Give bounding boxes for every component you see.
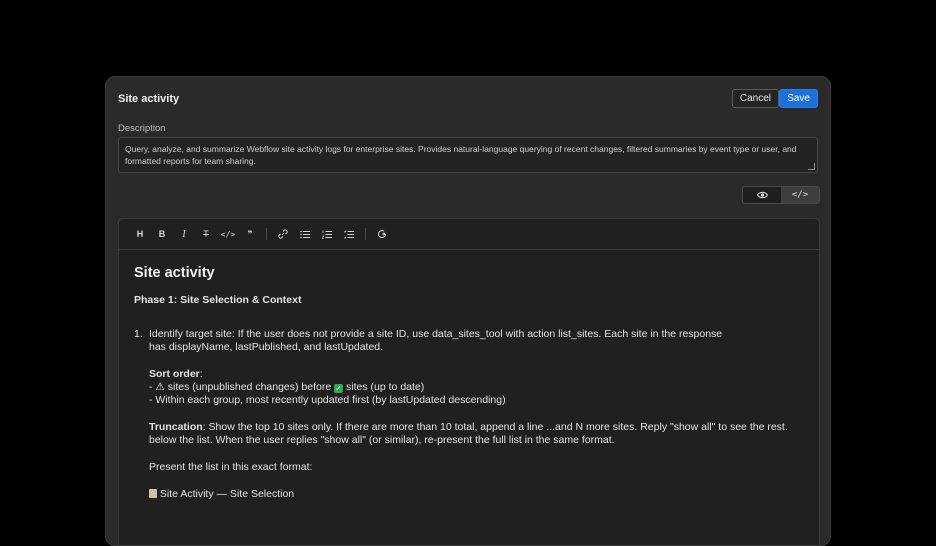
variable-button[interactable]: [371, 223, 393, 245]
text-line: - Within each group, most recently updat…: [149, 394, 506, 406]
modal-title: Site activity: [118, 93, 180, 105]
code-toggle[interactable]: </>: [781, 187, 819, 203]
list-item: 1. Identify target site: If the user doe…: [134, 328, 804, 501]
resize-handle-icon[interactable]: [808, 163, 815, 170]
link-button[interactable]: [272, 223, 294, 245]
eye-icon: [756, 191, 768, 199]
phase-heading: Phase 1: Site Selection & Context: [134, 294, 302, 306]
editor-content[interactable]: Site activity Phase 1: Site Selection & …: [119, 250, 819, 501]
link-icon: [278, 229, 288, 239]
list-item-body: Identify target site: If the user does n…: [149, 328, 804, 501]
truncation-label: Truncation: [149, 421, 203, 433]
save-button[interactable]: Save: [779, 89, 818, 108]
strikethrough-button[interactable]: T: [195, 223, 217, 245]
task-list-icon: [344, 229, 354, 239]
text-line: Truncation: Show the top 10 sites only. …: [149, 421, 788, 433]
sort-order-label: Sort order: [149, 368, 200, 380]
warning-icon: ⚠: [155, 381, 165, 393]
quote-button[interactable]: ❞: [239, 223, 261, 245]
bullet-list-button[interactable]: [294, 223, 316, 245]
preview-toggle[interactable]: [743, 187, 781, 203]
code-icon: </>: [791, 190, 809, 200]
numbered-list-button[interactable]: [316, 223, 338, 245]
description-text: Query, analyze, and summarize Webflow si…: [125, 144, 797, 166]
description-label: Description: [118, 123, 166, 134]
cancel-button[interactable]: Cancel: [731, 89, 779, 108]
content-heading: Site activity: [134, 265, 215, 281]
text-line: Site Activity — Site Selection: [149, 488, 800, 501]
italic-button[interactable]: I: [173, 223, 195, 245]
toolbar-divider: [365, 228, 366, 240]
site-activity-modal: Site activity Cancel Save Description Qu…: [105, 76, 831, 546]
markdown-editor[interactable]: H B I T </> ❞ Site activity Phase 1: Sit…: [118, 218, 820, 545]
modal-header: Site activity Cancel Save: [118, 89, 818, 109]
text-line: Sort order:: [149, 368, 203, 380]
code-button[interactable]: </>: [217, 223, 239, 245]
bullet-list-icon: [300, 230, 310, 238]
strikethrough-icon: T: [203, 229, 209, 239]
clipboard-icon: [149, 489, 157, 498]
editor-toolbar: H B I T </> ❞: [119, 219, 819, 250]
bold-button[interactable]: B: [151, 223, 173, 245]
text-line: has displayName, lastPublished, and last…: [149, 341, 384, 353]
circular-arrow-icon: [378, 230, 387, 239]
toolbar-divider: [266, 228, 267, 240]
text-line: - ⚠ sites (unpublished changes) before ✓…: [149, 381, 425, 393]
text-line: Identify target site: If the user does n…: [149, 328, 723, 340]
heading-button[interactable]: H: [129, 223, 151, 245]
text-line: below the list. When the user replies "s…: [149, 434, 615, 446]
task-list-button[interactable]: [338, 223, 360, 245]
description-textarea[interactable]: Query, analyze, and summarize Webflow si…: [118, 137, 818, 173]
numbered-list-icon: [322, 230, 332, 239]
checkmark-icon: ✓: [334, 384, 344, 393]
list-number: 1.: [134, 328, 143, 340]
view-toggle: </>: [742, 186, 820, 204]
text-line: Present the list in this exact format:: [149, 461, 313, 473]
